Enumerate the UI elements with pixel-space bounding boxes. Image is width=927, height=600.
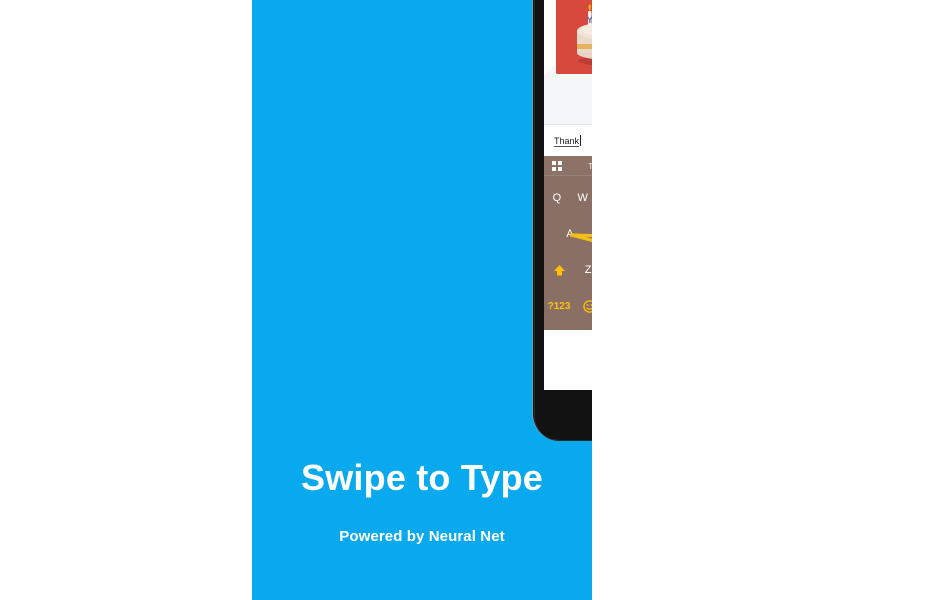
smiley-face-icon (582, 299, 592, 313)
key-q[interactable]: Q (544, 192, 570, 204)
key-z[interactable]: Z (574, 264, 592, 276)
symbols-key-label: ?123 (547, 300, 571, 312)
cake-photo-graphic: Y H A (556, 0, 592, 74)
keyboard-row-3: Z X C V B N M ✕ (544, 252, 592, 288)
keyboard-row-1: Q W E R T Y U I O P (544, 180, 592, 216)
chat-thread: Happy birthday!!! 🎂 (544, 0, 592, 124)
keyboard-row-4: ?123 , (544, 288, 592, 324)
promo-headline: Swipe to Type (301, 457, 543, 498)
grid-icon-glyph (552, 161, 562, 171)
photo-attachment-birthday-cake[interactable]: Y H A (556, 0, 592, 74)
suggestion-item-0[interactable]: Thanks (567, 162, 592, 171)
suggestion-bar: Thanks Than ••• Tank (544, 156, 592, 176)
text-caret (580, 135, 582, 146)
screenshot-canvas: Happy birthday!!! 🎂 (0, 0, 927, 600)
onscreen-keyboard: Thanks Than ••• Tank (544, 156, 592, 330)
grid-menu-icon[interactable] (547, 161, 567, 171)
emoji-key[interactable] (574, 299, 592, 313)
svg-text:Y: Y (587, 15, 592, 25)
composing-text: Thank (554, 136, 580, 147)
key-s[interactable]: S (583, 228, 592, 240)
shift-key[interactable] (544, 264, 574, 277)
phone-screen: Happy birthday!!! 🎂 (544, 0, 592, 390)
promo-panel: Happy birthday!!! 🎂 (252, 0, 592, 600)
keyboard-key-rows: Q W E R T Y U I O P A (544, 176, 592, 330)
symbols-key[interactable]: ?123 (544, 301, 574, 312)
shift-arrow-icon (553, 264, 565, 275)
promo-subline: Powered by Neural Net (339, 527, 505, 545)
promo-copy-block: Swipe to Type Powered by Neural Net (252, 458, 592, 545)
compose-text-display[interactable]: Thank (554, 135, 582, 147)
key-w[interactable]: W (570, 192, 592, 204)
phone-device-frame: Happy birthday!!! 🎂 (533, 0, 592, 441)
message-compose-bar: Thank (544, 124, 592, 157)
key-a[interactable]: A (557, 228, 583, 240)
keyboard-row-2: A S D F G H J K L (544, 216, 592, 252)
